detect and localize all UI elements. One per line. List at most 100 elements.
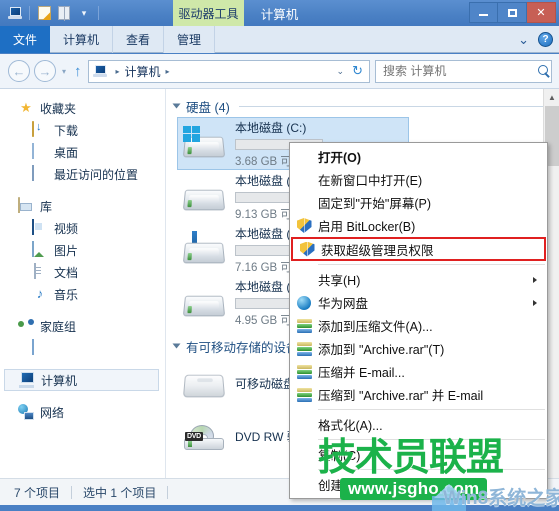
nav-label-recent-places: 最近访问的位置 [54, 167, 139, 182]
library-icon [18, 197, 34, 214]
shield-icon [293, 238, 321, 261]
tab-view[interactable]: 查看 [113, 26, 165, 53]
sidebar-item-recent-places[interactable]: 最近访问的位置 [0, 163, 165, 185]
menu-label-pin-to-start: 固定到"开始"屏幕(P) [318, 197, 432, 211]
expand-triangle-icon[interactable] [172, 343, 181, 349]
menu-item-pin-to-start[interactable]: 固定到"开始"屏幕(P) [290, 191, 547, 214]
downloads-icon [32, 121, 48, 138]
sidebar-item-homegroup-user[interactable] [0, 337, 165, 359]
qat-divider [29, 6, 30, 20]
menu-icon-none [290, 473, 318, 496]
sidebar-item-videos[interactable]: 视频 [0, 217, 165, 239]
menu-item-open-new-window[interactable]: 在新窗口中打开(E) [290, 168, 547, 191]
forward-button[interactable]: → [34, 60, 56, 82]
nav-spacer-3 [0, 359, 165, 369]
sidebar-item-music[interactable]: ♪ 音乐 [0, 283, 165, 305]
group-divider [238, 105, 551, 107]
menu-item-open[interactable]: 打开(O) [290, 145, 547, 168]
chevron-down-icon[interactable]: ⌄ [518, 33, 529, 46]
group-header-hard-disks[interactable]: 硬盘 (4) [166, 95, 559, 117]
menu-item-create-shortcut[interactable]: 创建快捷方式(S) [290, 473, 547, 496]
sidebar-item-documents[interactable]: 文档 [0, 261, 165, 283]
properties-icon[interactable] [34, 3, 54, 23]
refresh-icon[interactable]: ↻ [352, 63, 363, 79]
back-button[interactable]: ← [8, 60, 30, 82]
dvd-drive-icon: DVD [182, 417, 228, 457]
tab-manage[interactable]: 管理 [164, 26, 216, 53]
sidebar-item-pictures[interactable]: 图片 [0, 239, 165, 261]
menu-item-share[interactable]: 共享(H) [290, 268, 547, 291]
search-input[interactable] [383, 64, 538, 78]
menu-icon-none [290, 191, 318, 214]
star-icon: ★ [20, 100, 32, 115]
up-button[interactable]: ↑ [74, 63, 82, 80]
sidebar-item-downloads[interactable]: 下载 [0, 119, 165, 141]
menu-divider-4 [318, 469, 545, 470]
search-icon[interactable] [538, 64, 548, 78]
contextual-tab-drive-tools[interactable]: 驱动器工具 [173, 0, 244, 26]
navigation-buttons: ← → ▾ ↑ [8, 60, 88, 82]
shield-icon [290, 214, 318, 237]
documents-icon [32, 263, 48, 280]
ribbon-right-controls: ⌄ ? [518, 26, 553, 53]
menu-item-add-to-archive[interactable]: 添加到压缩文件(A)... [290, 314, 547, 337]
menu-item-compress-to-rar-and-email[interactable]: 压缩到 "Archive.rar" 并 E-mail [290, 383, 547, 406]
breadcrumb-computer-icon [92, 65, 107, 77]
nav-section-libraries[interactable]: 库 [0, 195, 165, 217]
nav-section-favorites[interactable]: ★ 收藏夹 [0, 97, 165, 119]
submenu-arrow-icon [533, 299, 537, 306]
minimize-button[interactable] [469, 2, 498, 23]
sidebar-item-network[interactable]: 网络 [0, 401, 165, 423]
drive-name-c: 本地磁盘 (C:) [235, 120, 307, 135]
menu-label-format: 格式化(A)... [318, 419, 383, 433]
close-button[interactable]: ✕ [527, 2, 556, 23]
menu-item-get-admin-permission[interactable]: 获取超级管理员权限 [291, 237, 546, 261]
scroll-up-icon[interactable]: ▲ [544, 89, 559, 105]
nav-label-favorites: 收藏夹 [40, 101, 77, 116]
context-menu: 打开(O) 在新窗口中打开(E) 固定到"开始"屏幕(P) 启用 BitLock… [289, 142, 548, 499]
status-divider [71, 485, 73, 499]
menu-label-add-to-archive-rar: 添加到 "Archive.rar"(T) [318, 343, 445, 357]
menu-item-add-to-archive-rar[interactable]: 添加到 "Archive.rar"(T) [290, 337, 547, 360]
help-icon[interactable]: ? [538, 32, 553, 47]
nav-label-desktop: 桌面 [54, 145, 79, 160]
library-icon[interactable] [54, 3, 74, 23]
sidebar-item-desktop[interactable]: 桌面 [0, 141, 165, 163]
file-explorer-window: ▾ 计算机 驱动器工具 ✕ 文件 计算机 查看 管理 ⌄ ? ← → ▾ ↑ ▸… [0, 0, 559, 511]
breadcrumb-separator-1: ▸ [115, 66, 120, 76]
computer-icon[interactable] [5, 3, 25, 23]
maximize-button[interactable] [498, 2, 527, 23]
computer-icon [19, 372, 35, 388]
chevron-down-icon[interactable]: ⌄ [337, 66, 345, 77]
menu-label-add-to-archive: 添加到压缩文件(A)... [318, 320, 433, 334]
sidebar-item-computer[interactable]: 计算机 [4, 369, 159, 391]
search-box[interactable] [375, 59, 552, 83]
menu-item-huawei-cloud[interactable]: 华为网盘 [290, 291, 547, 314]
rar-icon [290, 383, 318, 406]
rar-icon [290, 314, 318, 337]
pictures-icon [32, 241, 48, 258]
rar-icon [290, 360, 318, 383]
tab-computer[interactable]: 计算机 [50, 26, 114, 53]
menu-item-compress-and-email[interactable]: 压缩并 E-mail... [290, 360, 547, 383]
expand-triangle-icon[interactable] [172, 103, 181, 109]
menu-item-enable-bitlocker[interactable]: 启用 BitLocker(B) [290, 214, 547, 237]
history-dropdown-icon[interactable]: ▾ [62, 67, 66, 76]
customize-dropdown-icon[interactable]: ▾ [74, 3, 94, 23]
nav-label-homegroup: 家庭组 [40, 319, 77, 334]
homegroup-icon [18, 318, 34, 334]
nav-section-homegroup[interactable]: 家庭组 [0, 315, 165, 337]
rar-icon [290, 337, 318, 360]
menu-icon-none [290, 268, 318, 291]
tab-file[interactable]: 文件 [0, 26, 51, 53]
breadcrumb-path[interactable]: 计算机 [125, 63, 161, 80]
removable-drive-icon [182, 364, 228, 404]
menu-item-copy[interactable]: 复制(C) [290, 443, 547, 466]
breadcrumb[interactable]: ▸ 计算机 ▸ ⌄ ↻ [87, 59, 370, 83]
status-selection: 选中 1 个项目 [83, 485, 157, 500]
menu-divider-1 [318, 264, 545, 265]
menu-item-format[interactable]: 格式化(A)... [290, 413, 547, 436]
menu-label-share: 共享(H) [318, 274, 361, 288]
nav-label-downloads: 下载 [54, 123, 79, 138]
ribbon-tabs: 文件 计算机 查看 管理 [0, 26, 559, 53]
